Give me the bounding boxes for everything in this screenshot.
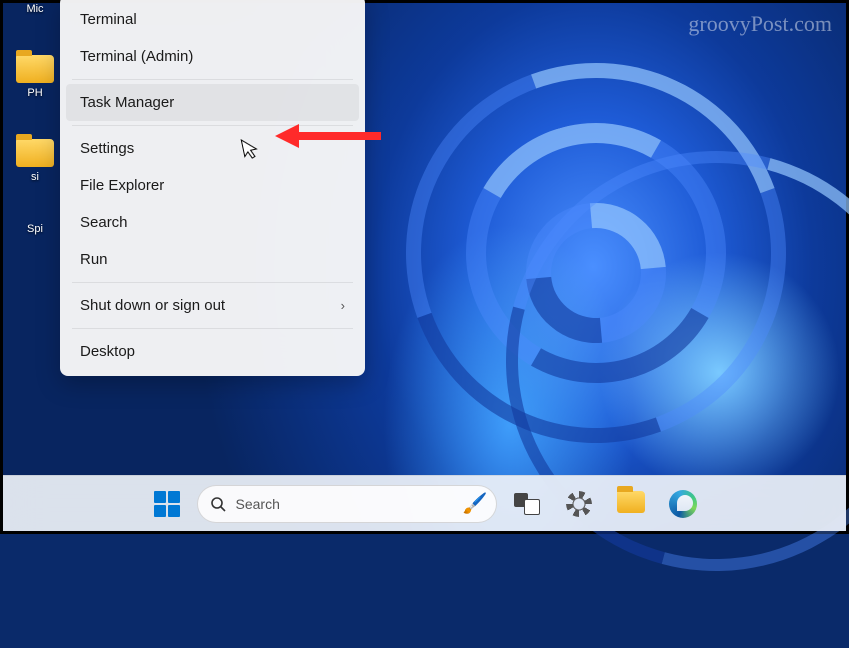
- desktop-folder-icon[interactable]: PH: [11, 55, 59, 99]
- menu-item-terminal-admin[interactable]: Terminal (Admin): [66, 38, 359, 75]
- desktop-icon[interactable]: Mic: [11, 3, 59, 15]
- menu-separator: [72, 282, 353, 283]
- menu-item-label: Terminal (Admin): [80, 48, 193, 65]
- paint-brush-icon: 🖌️: [463, 491, 488, 516]
- menu-item-label: Search: [80, 214, 128, 231]
- menu-item-desktop[interactable]: Desktop: [66, 333, 359, 370]
- edge-icon: [669, 490, 697, 518]
- winx-context-menu: Terminal Terminal (Admin) Task Manager S…: [60, 0, 365, 376]
- windows-logo-icon: [154, 491, 180, 517]
- watermark-text: groovyPost.com: [688, 11, 832, 37]
- settings-button[interactable]: [557, 482, 601, 526]
- menu-item-label: Desktop: [80, 343, 135, 360]
- search-icon: [210, 496, 226, 512]
- taskbar-search[interactable]: Search 🖌️: [197, 485, 497, 523]
- menu-separator: [72, 79, 353, 80]
- folder-icon: [16, 55, 54, 83]
- gear-icon: [566, 491, 592, 517]
- menu-separator: [72, 328, 353, 329]
- file-explorer-button[interactable]: [609, 482, 653, 526]
- edge-button[interactable]: [661, 482, 705, 526]
- menu-item-label: Shut down or sign out: [80, 297, 225, 314]
- task-view-icon: [514, 493, 540, 515]
- menu-item-label: Run: [80, 251, 108, 268]
- menu-item-run[interactable]: Run: [66, 241, 359, 278]
- desktop-folder-icon[interactable]: si: [11, 139, 59, 183]
- desktop-icons-column: Mic PH si Spi: [11, 3, 59, 235]
- menu-item-task-manager[interactable]: Task Manager: [66, 84, 359, 121]
- menu-item-label: File Explorer: [80, 177, 164, 194]
- folder-icon: [617, 491, 645, 513]
- taskbar: Search 🖌️: [3, 475, 846, 531]
- menu-separator: [72, 125, 353, 126]
- task-view-button[interactable]: [505, 482, 549, 526]
- menu-item-settings[interactable]: Settings: [66, 130, 359, 167]
- start-button[interactable]: [145, 482, 189, 526]
- menu-item-file-explorer[interactable]: File Explorer: [66, 167, 359, 204]
- desktop-icon-label: Spi: [11, 223, 59, 235]
- menu-item-label: Terminal: [80, 11, 137, 28]
- menu-item-label: Settings: [80, 140, 134, 157]
- desktop-icon-label: si: [11, 171, 59, 183]
- folder-icon: [16, 139, 54, 167]
- desktop-icon[interactable]: Spi: [11, 223, 59, 235]
- menu-item-shutdown-signout[interactable]: Shut down or sign out ›: [66, 287, 359, 324]
- menu-item-label: Task Manager: [80, 94, 174, 111]
- chevron-right-icon: ›: [341, 298, 345, 313]
- search-placeholder: Search: [236, 496, 280, 512]
- menu-item-terminal[interactable]: Terminal: [66, 1, 359, 38]
- menu-item-search[interactable]: Search: [66, 204, 359, 241]
- desktop-icon-label: Mic: [11, 3, 59, 15]
- desktop-icon-label: PH: [11, 87, 59, 99]
